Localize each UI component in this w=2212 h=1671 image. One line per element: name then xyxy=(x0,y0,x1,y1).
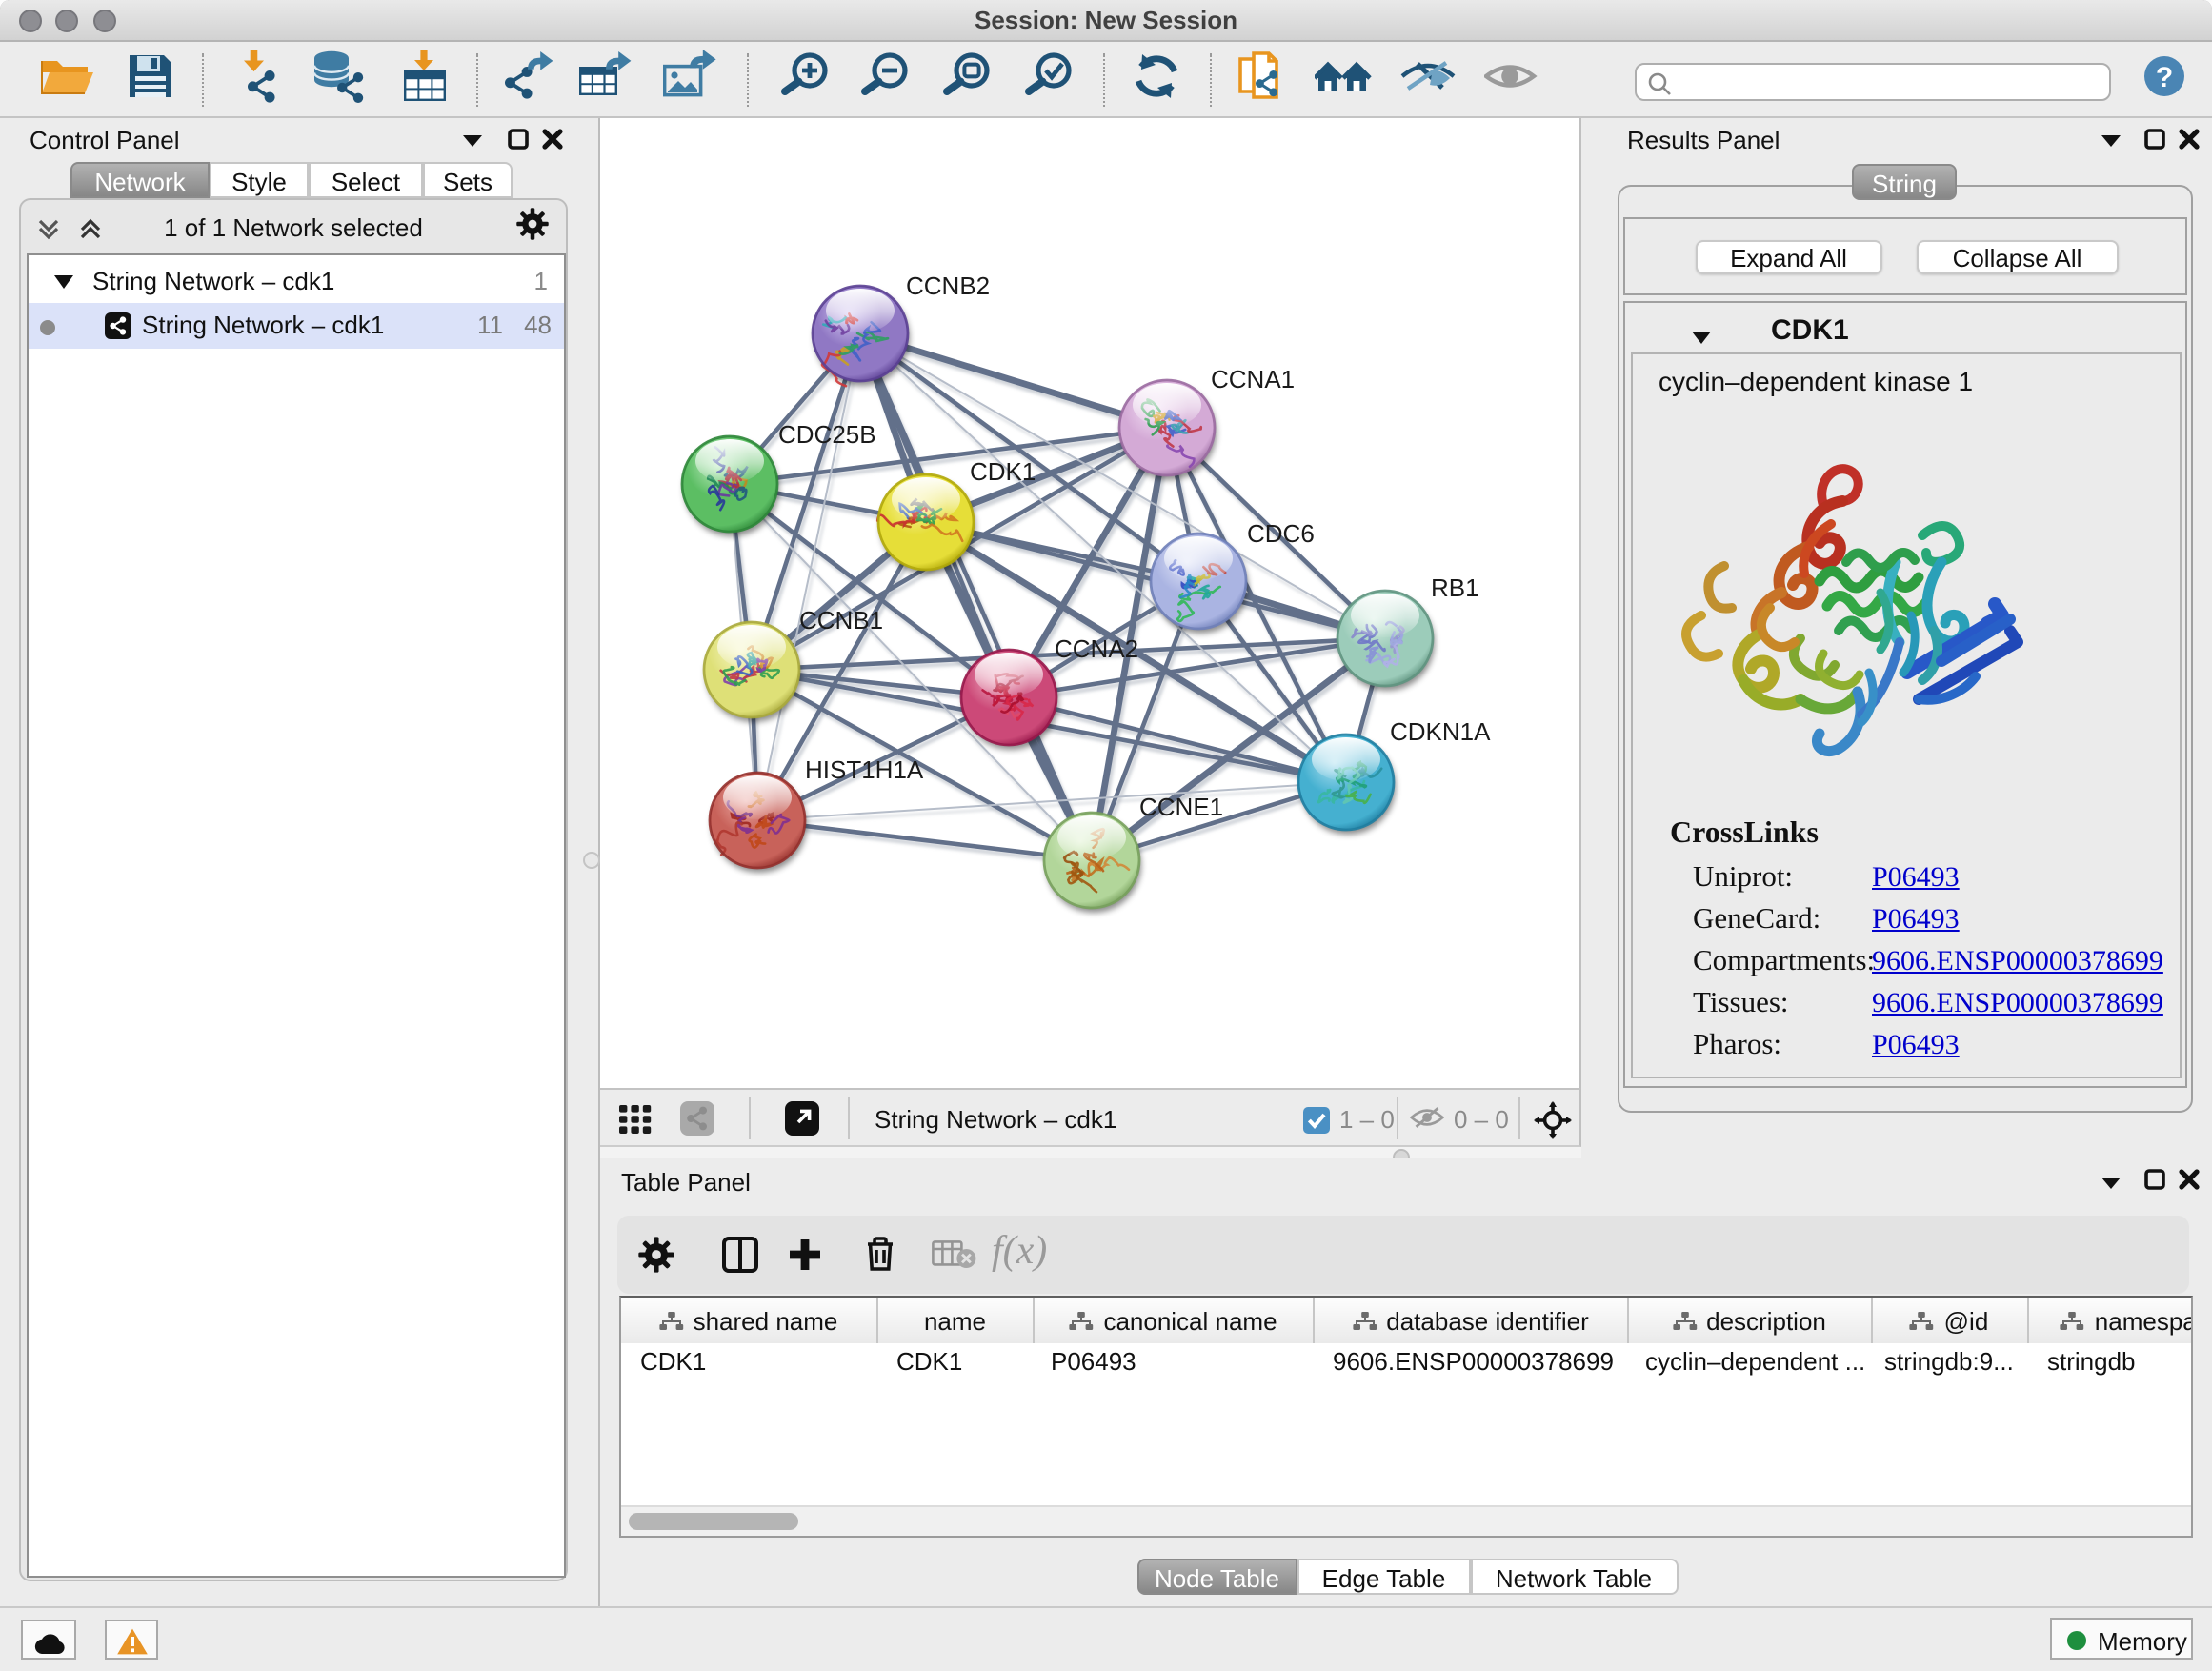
svg-text:CCNB2: CCNB2 xyxy=(906,272,990,300)
svg-text:CCNE1: CCNE1 xyxy=(1139,793,1223,821)
svg-text:CDC6: CDC6 xyxy=(1247,519,1315,548)
svg-text:CCNB1: CCNB1 xyxy=(799,606,883,634)
svg-text:HIST1H1A: HIST1H1A xyxy=(805,755,924,784)
svg-text:?: ? xyxy=(2156,62,2173,93)
svg-text:CDK1: CDK1 xyxy=(970,457,1036,486)
svg-text:CCNA2: CCNA2 xyxy=(1055,634,1138,663)
svg-text:RB1: RB1 xyxy=(1431,574,1479,602)
svg-text:CDKN1A: CDKN1A xyxy=(1390,717,1491,746)
svg-text:CCNA1: CCNA1 xyxy=(1211,365,1295,393)
svg-text:CDC25B: CDC25B xyxy=(778,420,876,449)
